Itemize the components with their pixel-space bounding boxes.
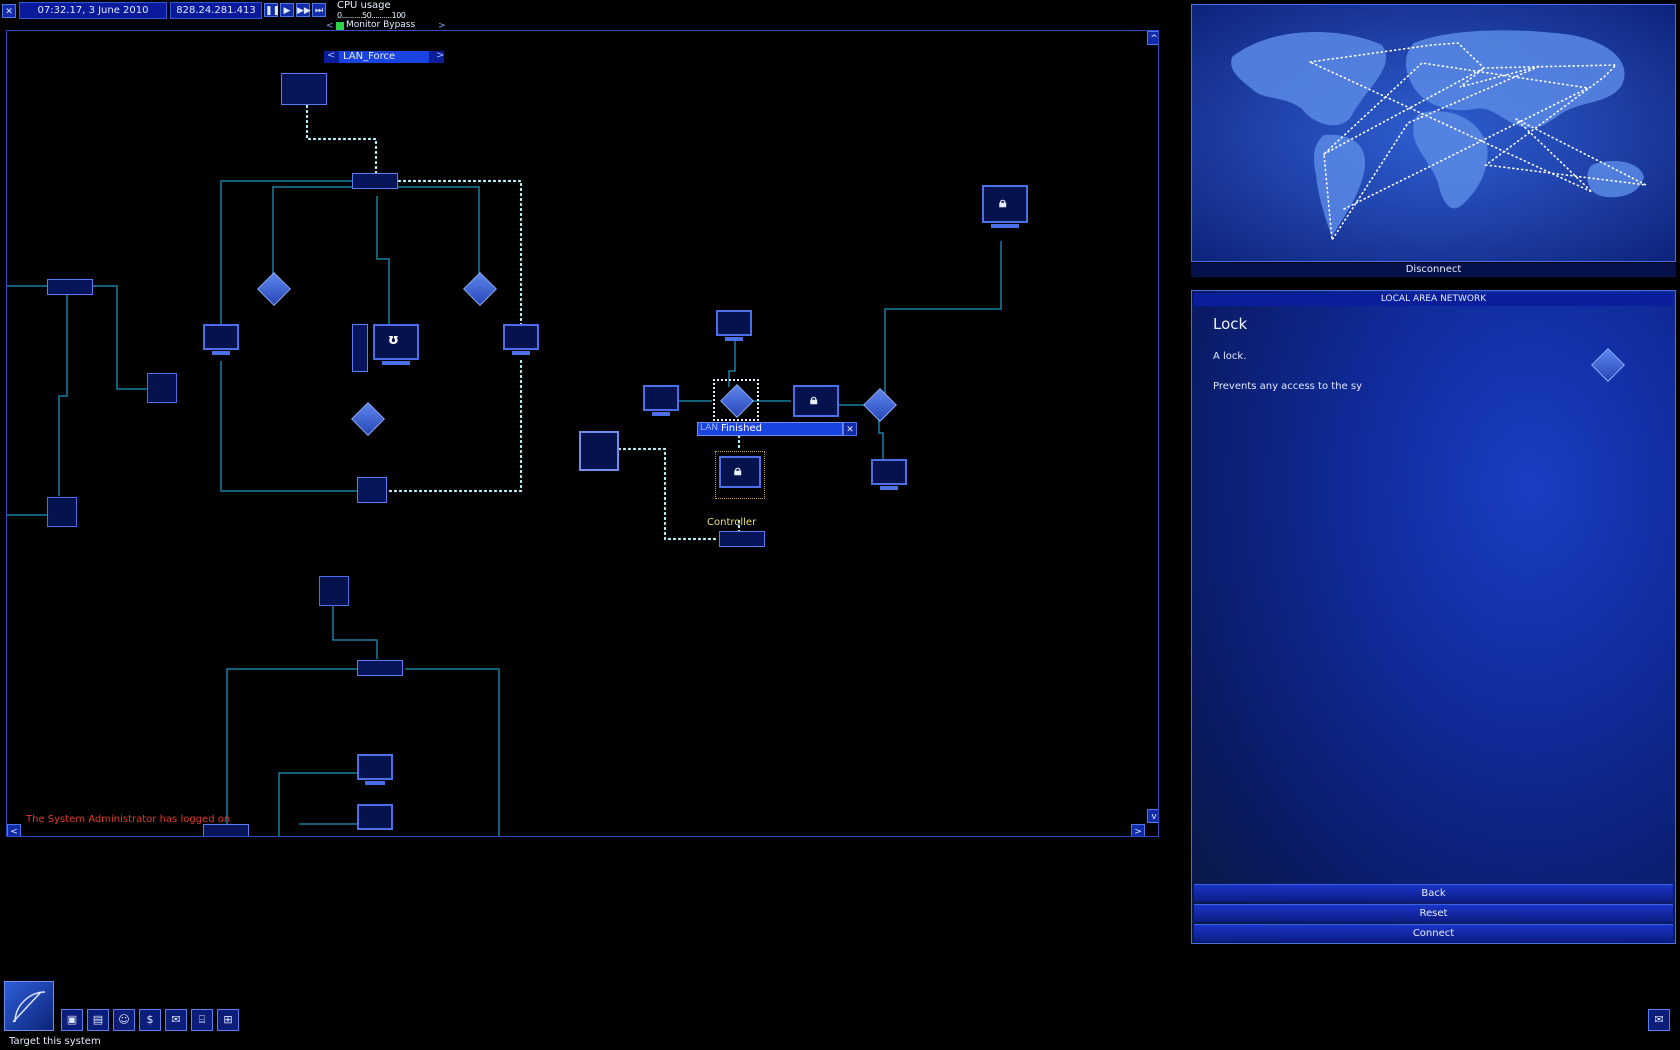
mail-icon[interactable]: ✉ bbox=[1648, 1009, 1670, 1031]
scroll-up-button[interactable]: ^ bbox=[1147, 31, 1158, 45]
locked-terminal-2[interactable]: 🔒︎ bbox=[982, 185, 1028, 223]
controller-node[interactable]: 🔒︎ bbox=[719, 456, 761, 488]
terminal-node-3[interactable] bbox=[357, 754, 393, 780]
progress-close-icon[interactable]: ✕ bbox=[843, 422, 857, 436]
progress-popup: LAN Finished bbox=[697, 422, 843, 436]
network-icon[interactable]: ⌸ bbox=[191, 1009, 213, 1031]
lan-view[interactable]: ʊ 🔒︎ 🔒︎ LAN Finished ✕ 🔒︎ Controller The bbox=[6, 30, 1159, 837]
mainframe-node[interactable]: ʊ bbox=[373, 324, 419, 360]
padlock-icon: 🔒︎ bbox=[999, 195, 1007, 211]
world-map-graphic bbox=[1231, 30, 1647, 243]
personal-icon[interactable]: ☺ bbox=[113, 1009, 135, 1031]
router-node-top[interactable] bbox=[352, 173, 398, 189]
monitor-bypass-indicator bbox=[336, 22, 344, 30]
hardware-icon[interactable]: ⊞ bbox=[217, 1009, 239, 1031]
mainframe-icon: ʊ bbox=[388, 332, 399, 348]
scroll-right-button[interactable]: > bbox=[1131, 824, 1145, 836]
locked-terminal-1[interactable]: 🔒︎ bbox=[793, 385, 839, 417]
router-node-left[interactable] bbox=[47, 279, 93, 295]
monitor-bypass-label: Monitor Bypass bbox=[346, 20, 416, 30]
terminal-node-5[interactable] bbox=[716, 310, 752, 336]
controller-label: Controller bbox=[707, 517, 757, 528]
fastest-icon[interactable]: ⏭ bbox=[312, 3, 326, 17]
info-description: Prevents any access to the sy bbox=[1213, 381, 1362, 392]
play-icon[interactable]: ▶ bbox=[280, 3, 294, 17]
software-menu-button[interactable] bbox=[4, 981, 54, 1031]
cpu-scale: 0..........50..........100 bbox=[337, 11, 406, 20]
info-subtitle: A lock. bbox=[1213, 351, 1247, 362]
scroll-down-button[interactable]: v bbox=[1147, 809, 1158, 823]
printer-node-1[interactable] bbox=[357, 477, 387, 503]
pause-icon[interactable]: ❚❚ bbox=[264, 3, 280, 17]
reset-button[interactable]: Reset bbox=[1194, 904, 1673, 922]
mainframe-tower[interactable] bbox=[352, 324, 368, 372]
disconnect-button[interactable]: Disconnect bbox=[1191, 263, 1676, 277]
terminal-node-7[interactable] bbox=[871, 459, 907, 485]
terminal-node-2[interactable] bbox=[503, 324, 539, 350]
memory-icon[interactable]: ▣ bbox=[61, 1009, 83, 1031]
progress-prefix: LAN bbox=[700, 423, 719, 433]
connect-button[interactable]: Connect bbox=[1194, 924, 1673, 942]
terminal-node-6[interactable] bbox=[643, 385, 679, 411]
cpu-usage-label: CPU usage bbox=[337, 0, 391, 11]
info-header: LOCAL AREA NETWORK bbox=[1194, 293, 1673, 306]
router-node-controller[interactable] bbox=[719, 531, 765, 547]
close-button[interactable]: ✕ bbox=[2, 4, 16, 18]
satellite-dish-icon bbox=[12, 991, 46, 1023]
log-message: The System Administrator has logged on bbox=[26, 814, 231, 825]
info-title: Lock bbox=[1213, 315, 1248, 333]
terminal-node-1[interactable] bbox=[203, 324, 239, 350]
status-hint: Target this system bbox=[9, 1036, 101, 1047]
printer-node-2[interactable] bbox=[147, 373, 177, 403]
gateway-node[interactable] bbox=[281, 73, 327, 105]
router-node-bottom[interactable] bbox=[357, 660, 403, 676]
scanner-node[interactable] bbox=[579, 431, 619, 471]
back-button[interactable]: Back bbox=[1194, 884, 1673, 902]
printer-node-3[interactable] bbox=[47, 497, 77, 527]
world-map[interactable] bbox=[1191, 4, 1676, 262]
printer-node-4[interactable] bbox=[319, 576, 349, 606]
scroll-left-button[interactable]: < bbox=[7, 824, 21, 836]
clock-display: 07:32.17, 3 June 2010 bbox=[19, 2, 167, 19]
padlock-icon: 🔒︎ bbox=[734, 463, 742, 479]
disk-icon[interactable]: ▤ bbox=[87, 1009, 109, 1031]
info-panel: LOCAL AREA NETWORK Lock A lock. Prevents… bbox=[1191, 290, 1676, 944]
router-node-bottom-left[interactable] bbox=[203, 824, 249, 836]
progress-text: Finished bbox=[721, 423, 762, 434]
lock-icon bbox=[1591, 348, 1625, 382]
ip-display: 828.24.281.413 bbox=[170, 2, 262, 19]
email-icon[interactable]: ✉ bbox=[165, 1009, 187, 1031]
padlock-icon: 🔒︎ bbox=[810, 392, 818, 408]
fast-forward-icon[interactable]: ▶▶ bbox=[296, 3, 311, 17]
terminal-node-4[interactable] bbox=[357, 804, 393, 830]
finance-icon[interactable]: $ bbox=[139, 1009, 161, 1031]
